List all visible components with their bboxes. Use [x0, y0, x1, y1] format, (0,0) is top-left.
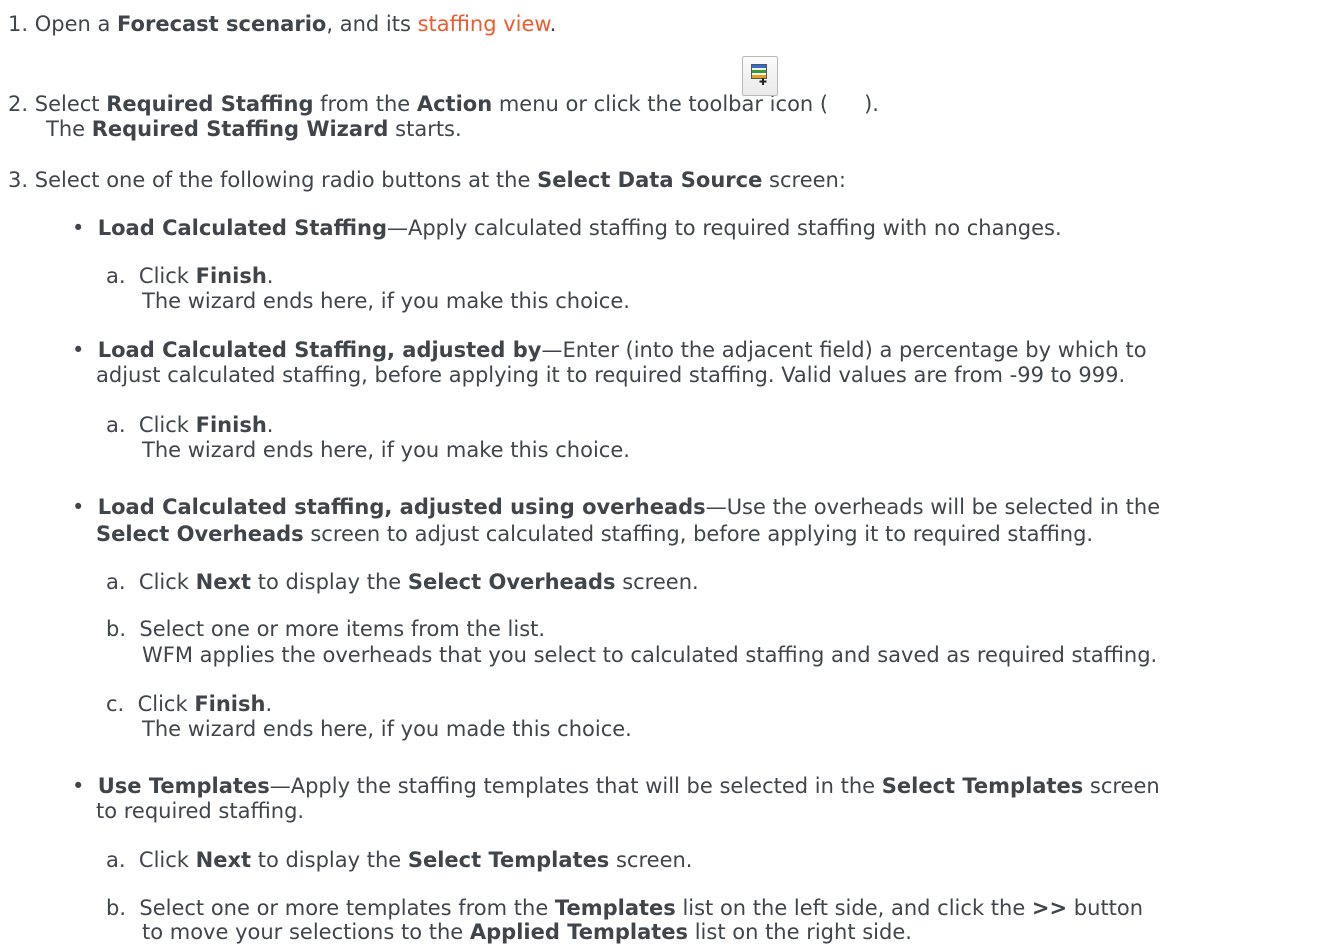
bullet: •: [72, 495, 85, 519]
substep-a: a. Click Next to display the Select Temp…: [106, 848, 693, 872]
substep-b: b. Select one or more items from the lis…: [106, 617, 546, 641]
staffing-view-link[interactable]: staffing view: [418, 12, 550, 36]
option-description-cont: Select Overheads screen to adjust calcul…: [96, 522, 1094, 546]
bullet: •: [72, 774, 85, 798]
substep-a: a. Click Finish.: [106, 264, 274, 288]
substep-c: c. Click Finish.: [106, 692, 273, 716]
step-number: 3.: [8, 168, 29, 192]
required-staffing-icon: [751, 64, 767, 85]
step-2-result: The Required Staffing Wizard starts.: [46, 117, 462, 141]
bullet: •: [72, 338, 85, 362]
bullet: •: [72, 216, 85, 240]
step-1: 1. Open a Forecast scenario, and its sta…: [8, 12, 557, 36]
required-staffing-toolbar-icon[interactable]: [742, 56, 778, 96]
substep-a: a. Click Next to display the Select Over…: [106, 570, 699, 594]
substep-c-result: The wizard ends here, if you made this c…: [142, 717, 632, 741]
substep-b-result: WFM applies the overheads that you selec…: [142, 643, 1158, 667]
step-number: 2.: [8, 92, 29, 116]
step-number: 1.: [8, 12, 29, 36]
option-load-calculated-staffing-overheads: • Load Calculated staffing, adjusted usi…: [72, 495, 1161, 519]
substep-a-result: The wizard ends here, if you make this c…: [142, 289, 630, 313]
step-3: 3. Select one of the following radio but…: [8, 168, 846, 192]
option-use-templates: • Use Templates—Apply the staffing templ…: [72, 774, 1160, 798]
option-load-calculated-staffing: • Load Calculated Staffing—Apply calcula…: [72, 216, 1062, 240]
substep-a-result: The wizard ends here, if you make this c…: [142, 438, 630, 462]
substep-a: a. Click Finish.: [106, 413, 274, 437]
option-description-cont: adjust calculated staffing, before apply…: [96, 363, 1126, 387]
substep-b-cont: to move your selections to the Applied T…: [142, 920, 912, 944]
bold-term: Forecast scenario: [117, 12, 327, 36]
option-description-cont: to required staffing.: [96, 799, 305, 823]
option-load-calculated-staffing-adjusted-by: • Load Calculated Staffing, adjusted by—…: [72, 338, 1147, 362]
